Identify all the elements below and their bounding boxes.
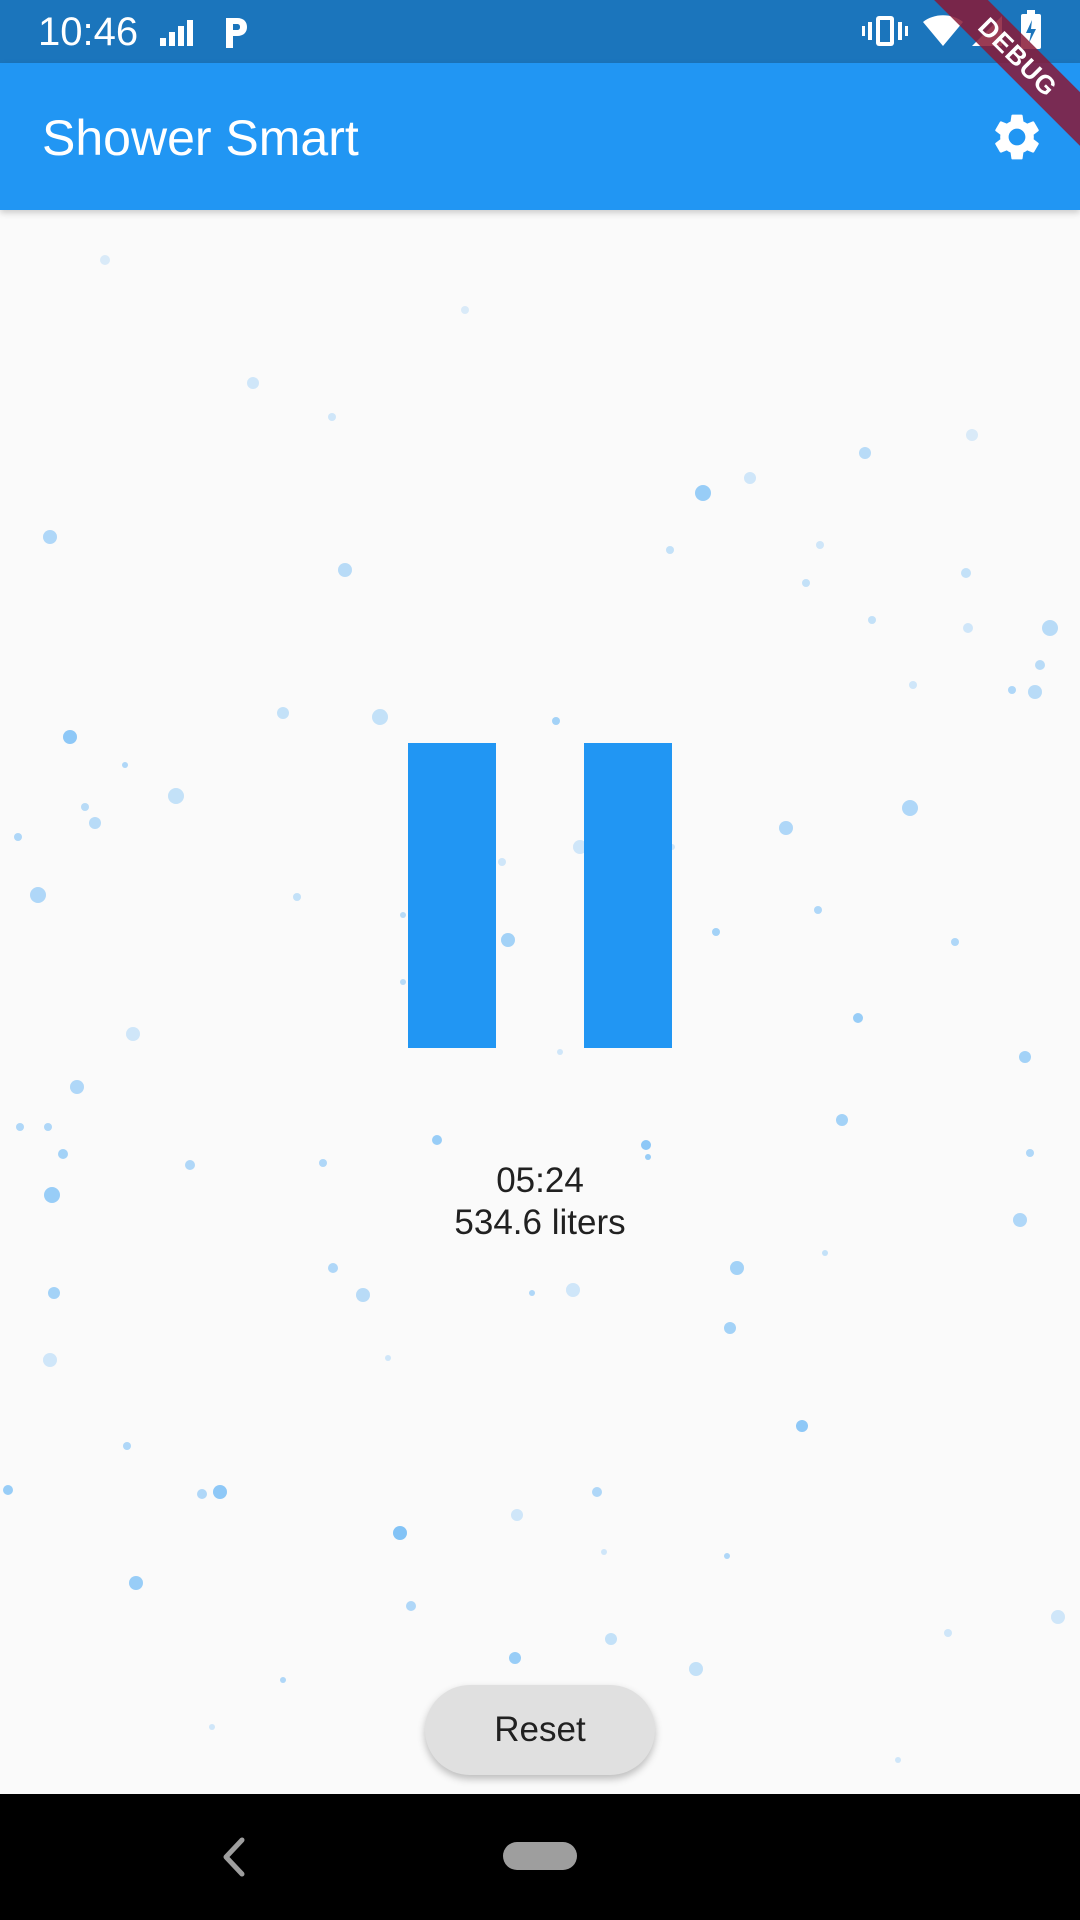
water-droplet — [951, 938, 959, 946]
water-droplet — [552, 717, 560, 725]
cell-signal-icon — [160, 20, 193, 46]
water-droplet — [63, 730, 77, 744]
water-droplet — [385, 1355, 391, 1361]
water-droplet — [868, 616, 876, 624]
water-droplet — [822, 1250, 828, 1256]
app-title: Shower Smart — [42, 110, 359, 166]
water-droplet — [796, 1420, 808, 1432]
water-droplet — [836, 1114, 848, 1126]
water-droplet — [1026, 1149, 1034, 1157]
water-droplet — [853, 1013, 863, 1023]
water-droplet — [1035, 660, 1045, 670]
water-droplet — [689, 1662, 703, 1676]
water-droplet — [209, 1724, 215, 1730]
water-droplet — [902, 800, 918, 816]
water-droplet — [461, 306, 469, 314]
pause-icon-bar-left — [408, 743, 496, 1048]
water-droplet — [328, 413, 336, 421]
water-droplet — [277, 707, 289, 719]
gear-icon — [995, 114, 1039, 160]
water-droplet — [89, 817, 101, 829]
water-droplet — [601, 1549, 607, 1555]
water-droplet — [393, 1526, 407, 1540]
water-droplet — [529, 1290, 535, 1296]
water-droplet — [605, 1633, 617, 1645]
elapsed-time: 05:24 — [496, 1161, 584, 1200]
water-droplet — [592, 1487, 602, 1497]
water-droplet — [100, 255, 110, 265]
home-pill-icon[interactable] — [503, 1842, 577, 1870]
water-volume: 534.6 liters — [454, 1203, 626, 1242]
water-droplet — [58, 1149, 68, 1159]
water-droplet — [909, 681, 917, 689]
water-droplet — [802, 579, 810, 587]
water-droplet — [293, 893, 301, 901]
water-droplet — [129, 1576, 143, 1590]
water-droplet — [779, 821, 793, 835]
water-droplet — [1051, 1610, 1065, 1624]
water-droplet — [724, 1322, 736, 1334]
water-droplet — [16, 1123, 24, 1131]
water-droplet — [70, 1080, 84, 1094]
water-droplet — [247, 377, 259, 389]
water-droplet — [43, 1353, 57, 1367]
water-droplet — [126, 1027, 140, 1041]
water-droplet — [122, 762, 128, 768]
back-chevron-icon[interactable] — [216, 1834, 256, 1880]
water-droplet — [712, 928, 720, 936]
water-droplet — [509, 1652, 521, 1664]
water-droplet — [406, 1601, 416, 1611]
settings-button[interactable] — [982, 102, 1052, 172]
water-droplet — [814, 906, 822, 914]
water-droplet — [356, 1288, 370, 1302]
water-droplet — [3, 1485, 13, 1495]
water-droplet — [81, 803, 89, 811]
water-droplet — [1008, 686, 1016, 694]
water-droplet — [961, 568, 971, 578]
water-droplet — [1042, 620, 1058, 636]
water-droplet — [197, 1489, 207, 1499]
app-screen: 10:46 Shower Smart DEBUG 05:24 534.6 lit… — [0, 0, 1080, 1920]
vibrate-icon — [862, 16, 908, 46]
water-droplet — [48, 1287, 60, 1299]
water-droplet — [963, 623, 973, 633]
water-droplet — [895, 1757, 901, 1763]
water-droplet — [1028, 685, 1042, 699]
water-droplet — [566, 1283, 580, 1297]
app-bar: Shower Smart — [0, 63, 1080, 210]
system-navigation-bar — [0, 1794, 1080, 1920]
status-time: 10:46 — [38, 10, 139, 54]
water-droplet — [280, 1677, 286, 1683]
water-droplet — [695, 485, 711, 501]
water-droplet — [744, 472, 756, 484]
reset-button[interactable]: Reset — [425, 1685, 655, 1775]
water-droplet — [44, 1123, 52, 1131]
pause-button[interactable] — [400, 735, 680, 1055]
water-droplet — [859, 447, 871, 459]
water-droplet — [123, 1442, 131, 1450]
water-droplet — [724, 1553, 730, 1559]
water-droplet — [641, 1140, 651, 1150]
water-droplet — [168, 788, 184, 804]
pause-icon-bar-right — [584, 743, 672, 1048]
water-droplet — [432, 1135, 442, 1145]
water-droplet — [730, 1261, 744, 1275]
water-droplet — [511, 1509, 523, 1521]
water-droplet — [30, 887, 46, 903]
water-droplet — [338, 563, 352, 577]
water-droplet — [816, 541, 824, 549]
water-droplet — [966, 429, 978, 441]
water-droplet — [372, 709, 388, 725]
water-droplet — [14, 833, 22, 841]
water-droplet — [328, 1263, 338, 1273]
water-droplet — [213, 1485, 227, 1499]
parking-app-icon — [226, 18, 247, 48]
water-droplet — [43, 530, 57, 544]
water-droplet — [1019, 1051, 1031, 1063]
water-droplet — [944, 1629, 952, 1637]
water-droplet — [666, 546, 674, 554]
status-bar: 10:46 — [0, 0, 1080, 63]
